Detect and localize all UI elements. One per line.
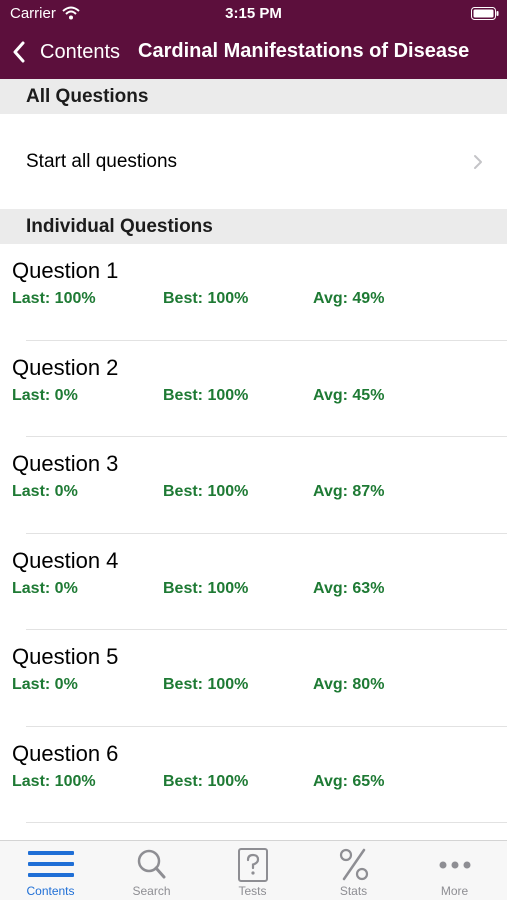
tab-tests[interactable]: Tests	[202, 841, 303, 900]
section-header-all-questions: All Questions	[0, 79, 507, 114]
row-divider	[26, 822, 507, 823]
best-score: Best: 100%	[163, 772, 249, 790]
status-bar: Carrier 3:15 PM	[0, 0, 507, 28]
search-icon	[137, 849, 165, 879]
last-score: Last: 0%	[12, 386, 78, 404]
average-score: Avg: 49%	[313, 290, 385, 307]
back-button-label: Contents	[40, 40, 121, 63]
more-dots-icon	[439, 861, 470, 869]
back-button[interactable]: Contents	[12, 38, 120, 66]
tab-label: More	[440, 884, 469, 898]
question-list: Question 1 Last: 100% Best: 100% Avg: 49…	[0, 244, 507, 823]
tab-bar: Contents Search Tests Stats More	[0, 840, 507, 900]
section-header-individual-questions: Individual Questions	[0, 209, 507, 244]
last-score: Last: 100%	[12, 290, 96, 307]
section-header-label: All Questions	[26, 86, 149, 107]
tab-label: Stats	[339, 884, 368, 898]
best-score: Best: 100%	[163, 579, 249, 597]
question-row[interactable]: Question 4 Last: 0% Best: 100% Avg: 63%	[0, 534, 507, 630]
hamburger-icon	[27, 851, 74, 877]
last-score: Last: 0%	[12, 483, 78, 500]
average-score: Avg: 63%	[313, 579, 385, 597]
best-score: Best: 100%	[163, 676, 249, 693]
question-title: Question 6	[12, 740, 119, 766]
best-score: Best: 100%	[163, 483, 249, 500]
page-title: Cardinal Manifestations of Disease	[138, 40, 470, 62]
percent-icon	[339, 848, 368, 881]
tab-more[interactable]: More	[404, 841, 505, 900]
question-title: Question 1	[12, 258, 119, 283]
question-row[interactable]: Question 2 Last: 0% Best: 100% Avg: 45%	[0, 341, 507, 437]
question-title: Question 2	[12, 354, 119, 380]
question-row[interactable]: Question 6 Last: 100% Best: 100% Avg: 65…	[0, 727, 507, 823]
best-score: Best: 100%	[163, 290, 249, 307]
navigation-bar: Contents Cardinal Manifestations of Dise…	[0, 28, 507, 79]
average-score: Avg: 45%	[313, 386, 385, 404]
tab-contents[interactable]: Contents	[0, 841, 101, 900]
chevron-right-icon	[474, 155, 482, 169]
tab-search[interactable]: Search	[101, 841, 202, 900]
question-row[interactable]: Question 1 Last: 100% Best: 100% Avg: 49…	[0, 244, 507, 341]
status-time: 3:15 PM	[225, 5, 282, 22]
top-bar: Carrier 3:15 PM Contents Cardinal Manife…	[0, 0, 507, 79]
question-title: Question 5	[12, 644, 119, 669]
question-page-icon	[237, 848, 268, 882]
start-all-questions-label: Start all questions	[26, 151, 178, 172]
average-score: Avg: 65%	[313, 772, 385, 790]
best-score: Best: 100%	[163, 386, 249, 404]
chevron-left-icon	[13, 41, 25, 63]
last-score: Last: 0%	[12, 579, 78, 597]
question-title: Question 3	[12, 451, 119, 476]
average-score: Avg: 80%	[313, 676, 385, 693]
tab-label: Search	[132, 884, 171, 898]
question-title: Question 4	[12, 547, 119, 573]
battery-icon	[471, 7, 499, 20]
tab-label: Tests	[238, 884, 267, 898]
last-score: Last: 0%	[12, 676, 78, 693]
start-all-questions-row[interactable]: Start all questions	[0, 114, 507, 209]
average-score: Avg: 87%	[313, 483, 385, 500]
tab-stats[interactable]: Stats	[303, 841, 404, 900]
last-score: Last: 100%	[12, 772, 96, 790]
tab-label: Contents	[26, 884, 75, 898]
question-row[interactable]: Question 5 Last: 0% Best: 100% Avg: 80%	[0, 630, 507, 727]
section-header-label: Individual Questions	[26, 216, 213, 237]
question-row[interactable]: Question 3 Last: 0% Best: 100% Avg: 87%	[0, 437, 507, 534]
